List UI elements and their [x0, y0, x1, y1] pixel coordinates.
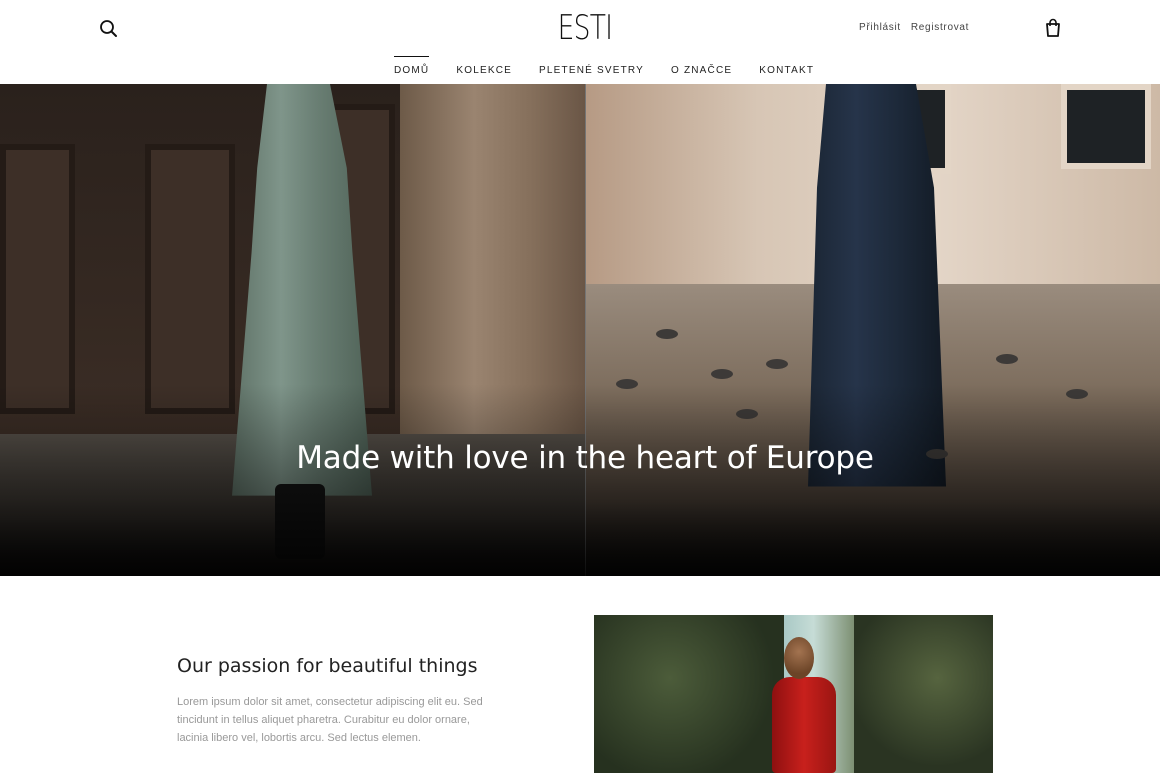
- nav-item-domu[interactable]: DOMŮ: [394, 56, 430, 84]
- model-red-dress: [772, 677, 836, 773]
- main-navigation: DOMŮ KOLEKCE PLETENÉ SVETRY O ZNAČCE KON…: [0, 56, 1160, 84]
- search-icon: [100, 20, 117, 37]
- pigeon: [996, 354, 1018, 364]
- door-panel: [0, 144, 75, 414]
- search-button[interactable]: [98, 18, 120, 40]
- logo-text: ESTI: [557, 8, 613, 48]
- nav-list: DOMŮ KOLEKCE PLETENÉ SVETRY O ZNAČCE KON…: [394, 56, 841, 84]
- building-window: [1061, 84, 1151, 169]
- hero-title: Made with love in the heart of Europe: [296, 440, 874, 476]
- pigeon: [656, 329, 678, 339]
- hero-banner: Made with love in the heart of Europe: [0, 84, 1160, 576]
- register-link[interactable]: Registrovat: [911, 22, 969, 33]
- nav-item-pletene-svetry[interactable]: PLETENÉ SVETRY: [539, 56, 644, 84]
- nav-item-o-znacce[interactable]: O ZNAČCE: [671, 56, 732, 84]
- tree-foliage: [854, 615, 993, 773]
- model-head: [784, 637, 814, 679]
- account-links: Přihlásit Registrovat: [859, 22, 969, 33]
- hero-gradient-overlay: [0, 384, 1160, 576]
- about-text: Lorem ipsum dolor sit amet, consectetur …: [177, 696, 483, 744]
- door-panel: [145, 144, 235, 414]
- shopping-bag-icon: [1046, 18, 1060, 37]
- about-image: [594, 615, 993, 773]
- site-header: ESTI Přihlásit Registrovat DOMŮ KOLEKCE …: [0, 0, 1160, 84]
- brand-logo[interactable]: ESTI: [557, 6, 613, 50]
- tree-foliage: [594, 615, 784, 773]
- pigeon: [711, 369, 733, 379]
- cart-button[interactable]: [1044, 18, 1062, 38]
- nav-item-kolekce[interactable]: KOLEKCE: [456, 56, 512, 84]
- nav-item-kontakt[interactable]: KONTAKT: [759, 56, 814, 84]
- about-title: Our passion for beautiful things: [177, 655, 478, 677]
- login-link[interactable]: Přihlásit: [859, 22, 901, 33]
- pigeon: [766, 359, 788, 369]
